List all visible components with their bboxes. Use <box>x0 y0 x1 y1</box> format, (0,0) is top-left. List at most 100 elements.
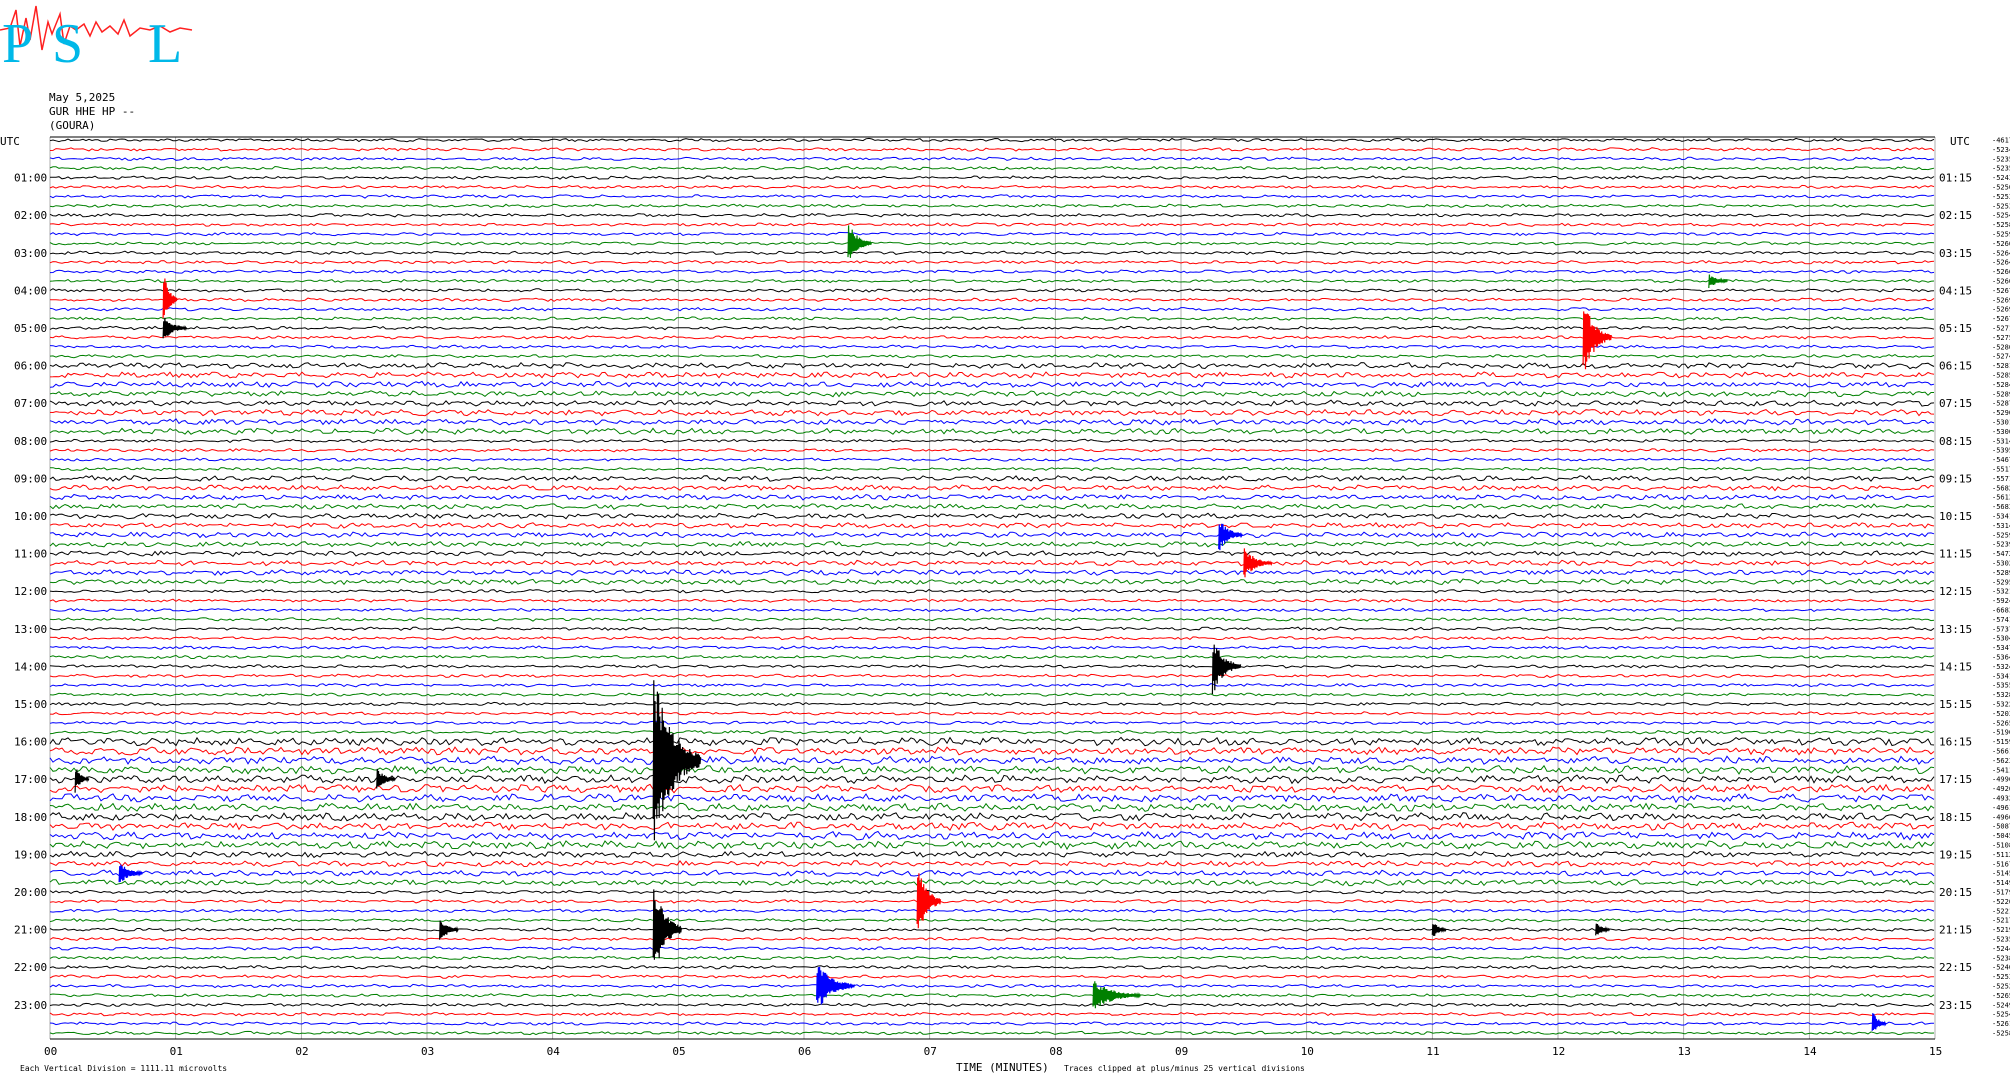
event-burst <box>816 966 855 1005</box>
trace-offset-label: -5266 <box>1992 268 2010 276</box>
trace-line <box>49 664 1935 669</box>
trace-offset-label: -6683 <box>1992 607 2010 615</box>
trace-offset-label: -5328 <box>1992 691 2010 699</box>
trace-line <box>49 408 1935 417</box>
hour-label-right: 10:15 <box>1939 510 1972 523</box>
trace-offset-label: -5260 <box>1992 240 2010 248</box>
hour-label-right: 03:15 <box>1939 247 1972 260</box>
trace-line <box>49 316 1935 321</box>
hour-label-left: 20:00 <box>14 886 47 899</box>
trace-offset-label: -5253 <box>1992 973 2010 981</box>
trace-offset-label: -5321 <box>1992 588 2010 596</box>
trace-offset-label: -5259 <box>1992 231 2010 239</box>
seismic-traces <box>49 137 1935 1036</box>
trace-offset-label: -5108 <box>1992 842 2010 850</box>
trace-line <box>49 1002 1935 1007</box>
trace-line <box>49 764 1935 775</box>
helicorder-chart: UTC UTC TIME (MINUTES) Each Vertical Div… <box>0 135 2010 1074</box>
trace-line <box>49 578 1935 586</box>
trace-line <box>49 550 1935 557</box>
hour-label-left: 12:00 <box>14 585 47 598</box>
hour-label-left: 15:00 <box>14 698 47 711</box>
trace-offset-label: -5045 <box>1992 832 2010 840</box>
hour-label-left: 04:00 <box>14 284 47 297</box>
trace-offset-label: -4932 <box>1992 795 2010 803</box>
hour-label-left: 11:00 <box>14 548 47 561</box>
trace-offset-label: -5304 <box>1992 635 2010 643</box>
hour-label-left: 01:00 <box>14 172 47 185</box>
trace-line <box>49 259 1935 265</box>
hour-label-left: 03:00 <box>14 247 47 260</box>
event-burst <box>1595 923 1611 936</box>
trace-line <box>49 720 1935 726</box>
trace-line <box>49 830 1935 841</box>
x-tick-label: 04 <box>547 1045 561 1058</box>
hour-label-right: 02:15 <box>1939 209 1972 222</box>
trace-offset-label: -5250 <box>1992 184 2010 192</box>
trace-offset-label: -5112 <box>1992 851 2010 859</box>
x-tick-label: 13 <box>1678 1045 1691 1058</box>
hour-label-left: 22:00 <box>14 961 47 974</box>
trace-offset-label: -4966 <box>1992 813 2010 821</box>
trace-offset-label: -5290 <box>1992 409 2010 417</box>
trace-offset-label: -5253 <box>1992 193 2010 201</box>
trace-line <box>49 568 1935 576</box>
trace-line <box>49 213 1935 218</box>
hour-label-right: 11:15 <box>1939 548 1972 561</box>
trace-line <box>49 908 1935 913</box>
trace-line <box>49 156 1935 161</box>
x-tick-label: 10 <box>1301 1045 1314 1058</box>
trace-offset-label: -5571 <box>1992 475 2010 483</box>
trace-offset-label: -5341 <box>1992 672 2010 680</box>
trace-offset-label: -5145 <box>1992 870 2010 878</box>
trace-line <box>49 531 1935 539</box>
trace-offset-label: -5411 <box>1992 766 2010 774</box>
trace-offset-label: -5661 <box>1992 748 2010 756</box>
trace-line <box>49 1030 1935 1036</box>
trace-line <box>49 860 1935 868</box>
trace-offset-label: -5220 <box>1992 898 2010 906</box>
x-tick-label: 07 <box>924 1045 937 1058</box>
trace-line <box>49 607 1935 613</box>
trace-line <box>49 955 1935 961</box>
trace-offset-label: -5258 <box>1992 1030 2010 1038</box>
trace-line <box>49 493 1935 501</box>
hour-label-right: 21:15 <box>1939 924 1972 937</box>
trace-line <box>49 636 1935 641</box>
trace-line <box>49 783 1935 794</box>
trace-line <box>49 730 1935 735</box>
x-tick-label: 12 <box>1552 1045 1565 1058</box>
x-tick-label: 03 <box>421 1045 434 1058</box>
hour-label-right: 19:15 <box>1939 848 1972 861</box>
trace-line <box>49 278 1935 284</box>
trace-line <box>49 736 1935 747</box>
trace-line <box>49 878 1935 887</box>
trace-offset-label: -5269 <box>1992 296 2010 304</box>
trace-line <box>49 889 1935 895</box>
trace-offset-label: -5254 <box>1992 212 2010 220</box>
hour-label-right: 17:15 <box>1939 773 1972 786</box>
trace-line <box>49 993 1935 998</box>
trace-line <box>49 371 1935 379</box>
trace-offset-label: -5271 <box>1992 325 2010 333</box>
trace-offset-label: -4961 <box>1992 804 2010 812</box>
x-tick-label: 08 <box>1049 1045 1062 1058</box>
trace-offset-label: -5314 <box>1992 522 2010 530</box>
trace-line <box>49 692 1935 697</box>
hour-label-left: 19:00 <box>14 848 47 861</box>
hour-label-left: 17:00 <box>14 773 47 786</box>
trace-offset-label: -5149 <box>1992 879 2010 887</box>
x-tick-label: 02 <box>295 1045 308 1058</box>
trace-line <box>49 325 1935 331</box>
trace-line <box>49 361 1935 370</box>
trace-line <box>49 184 1935 190</box>
hour-label-right: 08:15 <box>1939 435 1972 448</box>
trace-line <box>49 811 1935 822</box>
event-burst <box>1582 311 1612 370</box>
utc-label-right: UTC <box>1950 135 1970 148</box>
hour-label-right: 15:15 <box>1939 698 1972 711</box>
trace-offset-label: -5302 <box>1992 560 2010 568</box>
trace-line <box>49 194 1935 199</box>
trace-line <box>49 484 1935 492</box>
x-tick-label: 01 <box>170 1045 183 1058</box>
